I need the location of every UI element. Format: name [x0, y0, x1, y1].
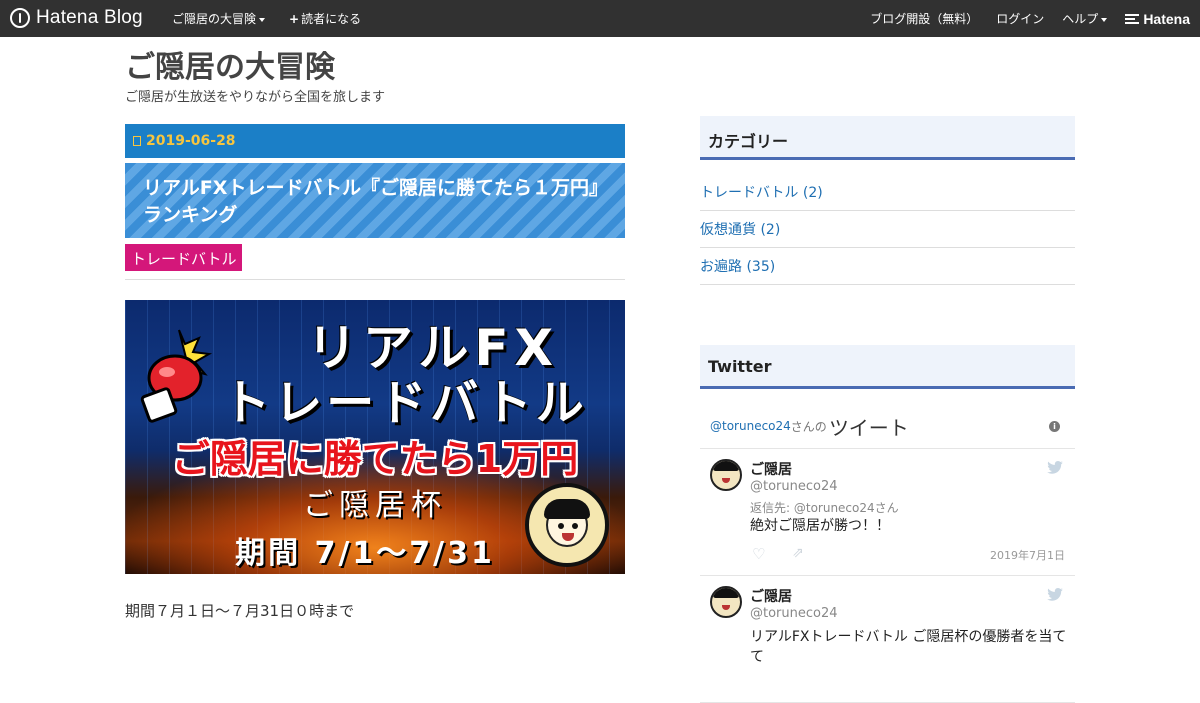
tweet-item[interactable]: ご隠居 @toruneco24 リアルFXトレードバトル ご隠居杯の優勝者を当て… — [700, 576, 1075, 703]
help-label: ヘルプ — [1062, 12, 1099, 26]
avatar[interactable] — [710, 586, 742, 618]
chevron-down-icon — [259, 17, 266, 22]
timeline-handle[interactable]: @toruneco24 — [710, 419, 791, 433]
entry-date-bar: 2019-06-28 — [125, 124, 625, 158]
chevron-down-icon — [1101, 17, 1108, 22]
image-line-5: 期間 7/1〜7/31 — [235, 536, 495, 571]
subscribe-label: 読者になる — [301, 12, 362, 26]
timeline-header: @toruneco24 さんの ツイート i — [700, 404, 1075, 449]
tweet-author-name[interactable]: ご隠居 — [750, 459, 792, 479]
info-icon[interactable]: i — [1049, 421, 1060, 432]
reply-prefix: 返信先: — [750, 501, 794, 515]
avatar[interactable] — [710, 459, 742, 491]
entry-title[interactable]: リアルFXトレードバトル『ご隠居に勝てたら１万円』ランキング — [125, 163, 625, 238]
blog-menu-dropdown[interactable]: ご隠居の大冒険 — [172, 10, 266, 27]
image-line-4: ご隠居杯 — [303, 488, 447, 523]
goinkyo-face-icon — [544, 499, 590, 547]
like-icon[interactable]: ♡ — [752, 545, 765, 563]
entry-date[interactable]: 2019-06-28 — [146, 133, 236, 149]
tweet-author-username[interactable]: @toruneco24 — [750, 606, 838, 621]
subscribe-button[interactable]: + 読者になる — [289, 10, 361, 27]
blog-menu-label: ご隠居の大冒険 — [172, 12, 257, 26]
hatena-menu[interactable]: Hatena — [1125, 11, 1190, 27]
header-nav-right: ブログ開設（無料） ログイン ヘルプ Hatena — [870, 0, 1190, 37]
tweet-text: 絶対ご隠居が勝つ！！ — [750, 518, 890, 534]
tweet-date[interactable]: 2019年7月1日 — [990, 547, 1065, 563]
menu-icon — [1125, 13, 1140, 24]
calendar-icon — [133, 136, 141, 146]
divider — [125, 279, 625, 280]
tweet-reply-info: 返信先: @toruneco24さん — [750, 499, 899, 516]
twitter-timeline: @toruneco24 さんの ツイート i ご隠居 @toruneco24 返… — [700, 404, 1075, 703]
blog-description: ご隠居が生放送をやりながら全国を旅します — [125, 90, 386, 105]
goinkyo-badge-logo — [525, 483, 609, 567]
hatena-blog-logo[interactable]: Hatena Blog — [10, 7, 143, 29]
share-icon[interactable]: ⇗ — [792, 545, 804, 561]
timeline-title: ツイート — [828, 415, 909, 440]
global-header: Hatena Blog ご隠居の大冒険 + 読者になる ブログ開設（無料） ログイ… — [0, 0, 1200, 37]
plus-icon: + — [289, 12, 300, 26]
tweet-text: リアルFXトレードバトル ご隠居杯の優勝者を当てて — [750, 629, 1067, 665]
entry-body-text: 期間７月１日～７月31日０時まで — [125, 602, 355, 620]
category-item[interactable]: 仮想通貨 (2) — [700, 211, 1075, 248]
logo-text: Hatena Blog — [36, 7, 143, 28]
twitter-heading: Twitter — [700, 345, 1075, 389]
header-nav-left: ご隠居の大冒険 + 読者になる — [172, 0, 361, 37]
hatena-logo-icon — [10, 8, 30, 28]
entry-eyecatch-image: リアルFX トレードバトル ご隠居に勝てたら1万円 ご隠居杯 期間 7/1〜7/… — [125, 300, 625, 574]
twitter-bird-icon[interactable] — [1047, 461, 1063, 474]
tweet-item[interactable]: ご隠居 @toruneco24 返信先: @toruneco24さん 絶対ご隠居… — [700, 449, 1075, 576]
image-line-2: トレードバトル — [222, 375, 588, 431]
category-item[interactable]: トレードバトル (2) — [700, 174, 1075, 211]
login-link[interactable]: ログイン — [996, 10, 1044, 27]
reply-to-link[interactable]: @toruneco24さん — [794, 501, 899, 515]
entry-category-tag[interactable]: トレードバトル — [125, 244, 243, 271]
image-line-3: ご隠居に勝てたら1万円 — [171, 437, 579, 481]
blog-title[interactable]: ご隠居の大冒険 — [125, 42, 335, 86]
tweet-author-name[interactable]: ご隠居 — [750, 586, 792, 606]
open-blog-link[interactable]: ブログ開設（無料） — [870, 10, 978, 27]
timeline-san-label: さんの — [790, 419, 827, 434]
tweet-author-username[interactable]: @toruneco24 — [750, 479, 838, 494]
category-list: トレードバトル (2) 仮想通貨 (2) お遍路 (35) — [700, 174, 1075, 285]
categories-heading: カテゴリー — [700, 116, 1075, 160]
help-dropdown[interactable]: ヘルプ — [1062, 10, 1108, 27]
hatena-brand-label: Hatena — [1143, 10, 1190, 27]
twitter-bird-icon[interactable] — [1047, 588, 1063, 601]
category-item[interactable]: お遍路 (35) — [700, 248, 1075, 285]
